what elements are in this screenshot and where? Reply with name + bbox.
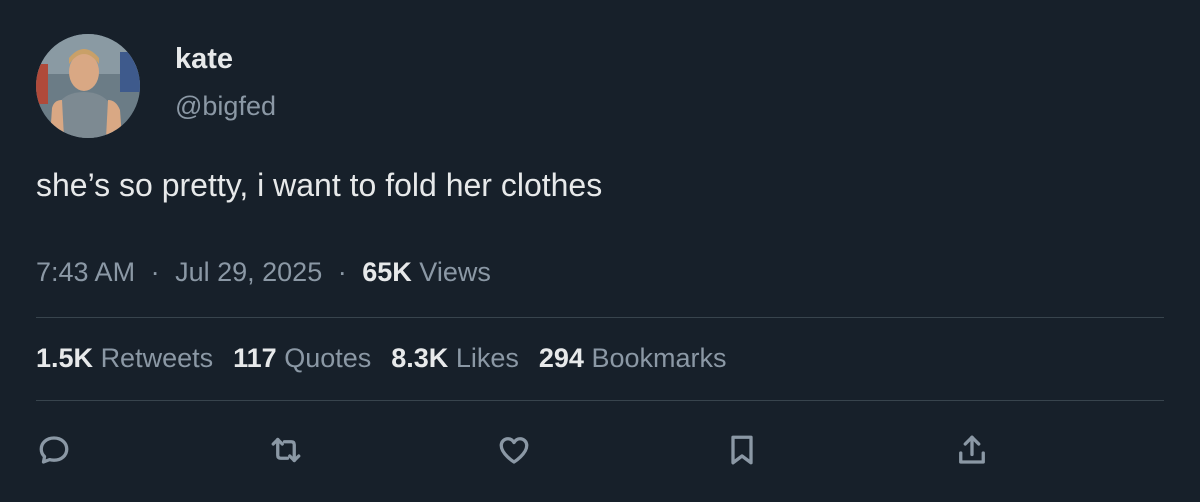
action-bar [0,430,1200,470]
stat-label: Likes [455,343,519,373]
stat-quotes[interactable]: 117 Quotes [233,340,371,376]
bookmark-icon [731,435,753,465]
engagement-stats: 1.5K Retweets 117 Quotes 8.3K Likes 294 … [36,340,746,376]
stat-label: Bookmarks [591,343,727,373]
views-label: Views [419,257,491,287]
stat-likes[interactable]: 8.3K Likes [391,340,519,376]
stat-retweets[interactable]: 1.5K Retweets [36,340,213,376]
reply-button[interactable] [34,430,74,470]
retweet-button[interactable] [266,430,306,470]
stat-bookmarks[interactable]: 294 Bookmarks [539,340,727,376]
divider [36,400,1164,401]
share-button[interactable] [952,430,992,470]
bookmark-button[interactable] [722,430,762,470]
profile-photo [36,34,140,138]
reply-icon [39,436,69,464]
tweet-date[interactable]: Jul 29, 2025 [175,257,322,287]
stat-count: 117 [233,343,277,373]
stat-count: 294 [538,343,584,373]
views-count: 65K [362,257,412,287]
like-icon [499,437,529,464]
user-handle[interactable]: @bigfed [175,89,276,123]
display-name[interactable]: kate [175,41,233,77]
stat-count: 1.5K [36,343,94,373]
stat-label: Quotes [284,343,372,373]
tweet-meta: 7:43 AM · Jul 29, 2025 · 65K Views [36,254,491,290]
divider [36,317,1164,318]
share-icon [959,435,985,464]
tweet-text: she’s so pretty, i want to fold her clot… [36,167,603,203]
like-button[interactable] [494,430,534,470]
retweet-icon [271,437,301,463]
meta-separator: · [150,257,160,287]
avatar[interactable] [36,34,140,138]
meta-separator: · [337,257,347,287]
tweet-time[interactable]: 7:43 AM [36,257,135,287]
stat-count: 8.3K [391,343,449,373]
stat-label: Retweets [100,343,214,373]
